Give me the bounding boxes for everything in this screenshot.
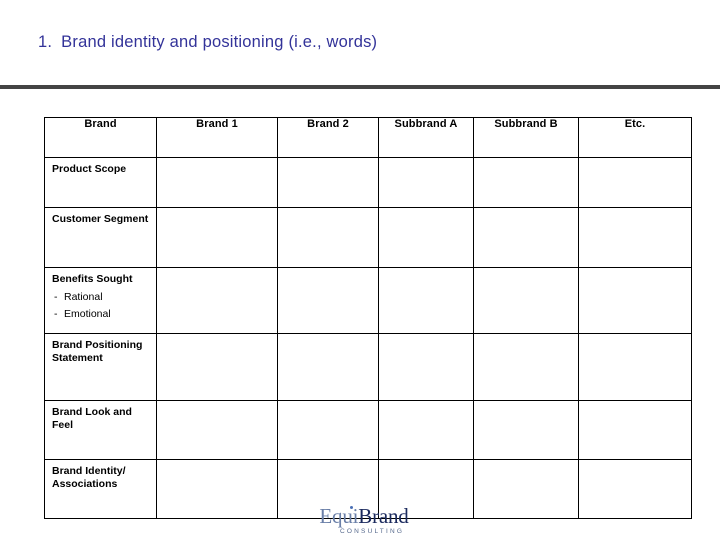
cell-brand-identity-associations-etc[interactable]	[578, 459, 692, 519]
cell-product-scope-subbrand-b[interactable]	[473, 157, 579, 208]
cell-brand-positioning-statement-subbrand-a[interactable]	[378, 333, 474, 401]
row-label-brand-positioning-statement: Brand Positioning Statement	[44, 333, 157, 401]
column-header-subbrand-a: Subbrand A	[378, 117, 474, 158]
table-row: Product Scope	[44, 157, 692, 208]
table-row: Customer Segment	[44, 207, 692, 268]
cell-brand-look-and-feel-brand-2[interactable]	[277, 400, 379, 460]
benefits-sought-sub-list: - Rational - Emotional	[52, 291, 152, 321]
table-row: Brand Positioning Statement	[44, 333, 692, 401]
column-header-brand: Brand	[44, 117, 157, 158]
cell-brand-positioning-statement-etc[interactable]	[578, 333, 692, 401]
cell-benefits-sought-subbrand-a[interactable]	[378, 267, 474, 334]
cell-brand-look-and-feel-subbrand-a[interactable]	[378, 400, 474, 460]
cell-brand-look-and-feel-etc[interactable]	[578, 400, 692, 460]
cell-brand-positioning-statement-brand-1[interactable]	[156, 333, 278, 401]
table-row: Benefits Sought - Rational - Emotional	[44, 267, 692, 334]
cell-benefits-sought-etc[interactable]	[578, 267, 692, 334]
cell-brand-identity-associations-brand-1[interactable]	[156, 459, 278, 519]
title-divider-rule	[0, 85, 720, 89]
cell-brand-look-and-feel-brand-1[interactable]	[156, 400, 278, 460]
dash-bullet-icon: -	[54, 291, 58, 304]
table-row: Brand Look and Feel	[44, 400, 692, 460]
cell-product-scope-etc[interactable]	[578, 157, 692, 208]
cell-benefits-sought-brand-2[interactable]	[277, 267, 379, 334]
slide-title-number: 1.	[38, 33, 53, 51]
column-header-etc: Etc.	[578, 117, 692, 158]
logo-tagline: CONSULTING	[340, 528, 405, 535]
sub-item-emotional: - Emotional	[52, 308, 152, 321]
cell-benefits-sought-brand-1[interactable]	[156, 267, 278, 334]
brand-matrix-table: Brand Brand 1 Brand 2 Subbrand A Subbran…	[44, 117, 692, 519]
cell-brand-look-and-feel-subbrand-b[interactable]	[473, 400, 579, 460]
row-label-benefits-sought: Benefits Sought - Rational - Emotional	[44, 267, 157, 334]
cell-customer-segment-subbrand-b[interactable]	[473, 207, 579, 268]
cell-product-scope-brand-1[interactable]	[156, 157, 278, 208]
cell-product-scope-subbrand-a[interactable]	[378, 157, 474, 208]
row-label-product-scope: Product Scope	[44, 157, 157, 208]
logo-wordmark: EquiBrand	[319, 506, 408, 527]
slide-title-text: Brand identity and positioning (i.e., wo…	[61, 33, 378, 51]
row-label-benefits-sought-title: Benefits Sought	[52, 273, 133, 285]
table-header-row: Brand Brand 1 Brand 2 Subbrand A Subbran…	[44, 117, 692, 158]
cell-product-scope-brand-2[interactable]	[277, 157, 379, 208]
cell-customer-segment-etc[interactable]	[578, 207, 692, 268]
cell-brand-positioning-statement-brand-2[interactable]	[277, 333, 379, 401]
cell-customer-segment-brand-2[interactable]	[277, 207, 379, 268]
sub-item-emotional-label: Emotional	[64, 307, 111, 320]
cell-customer-segment-subbrand-a[interactable]	[378, 207, 474, 268]
cell-brand-positioning-statement-subbrand-b[interactable]	[473, 333, 579, 401]
slide-title: 1. Brand identity and positioning (i.e., …	[38, 33, 377, 52]
cell-customer-segment-brand-1[interactable]	[156, 207, 278, 268]
dash-bullet-icon: -	[54, 307, 58, 320]
column-header-brand-2: Brand 2	[277, 117, 379, 158]
logo-word-brand: Brand	[358, 504, 409, 528]
cell-benefits-sought-subbrand-b[interactable]	[473, 267, 579, 334]
sub-item-rational-label: Rational	[64, 291, 103, 304]
sub-item-rational: - Rational	[52, 291, 152, 304]
brand-matrix-container: Brand Brand 1 Brand 2 Subbrand A Subbran…	[44, 117, 692, 519]
row-label-brand-identity-associations: Brand Identity/ Associations	[44, 459, 157, 519]
equibrand-consulting-logo: EquiBrand CONSULTING	[318, 506, 410, 536]
column-header-brand-1: Brand 1	[156, 117, 278, 158]
column-header-subbrand-b: Subbrand B	[473, 117, 579, 158]
cell-brand-identity-associations-subbrand-b[interactable]	[473, 459, 579, 519]
row-label-brand-look-and-feel: Brand Look and Feel	[44, 400, 157, 460]
row-label-customer-segment: Customer Segment	[44, 207, 157, 268]
